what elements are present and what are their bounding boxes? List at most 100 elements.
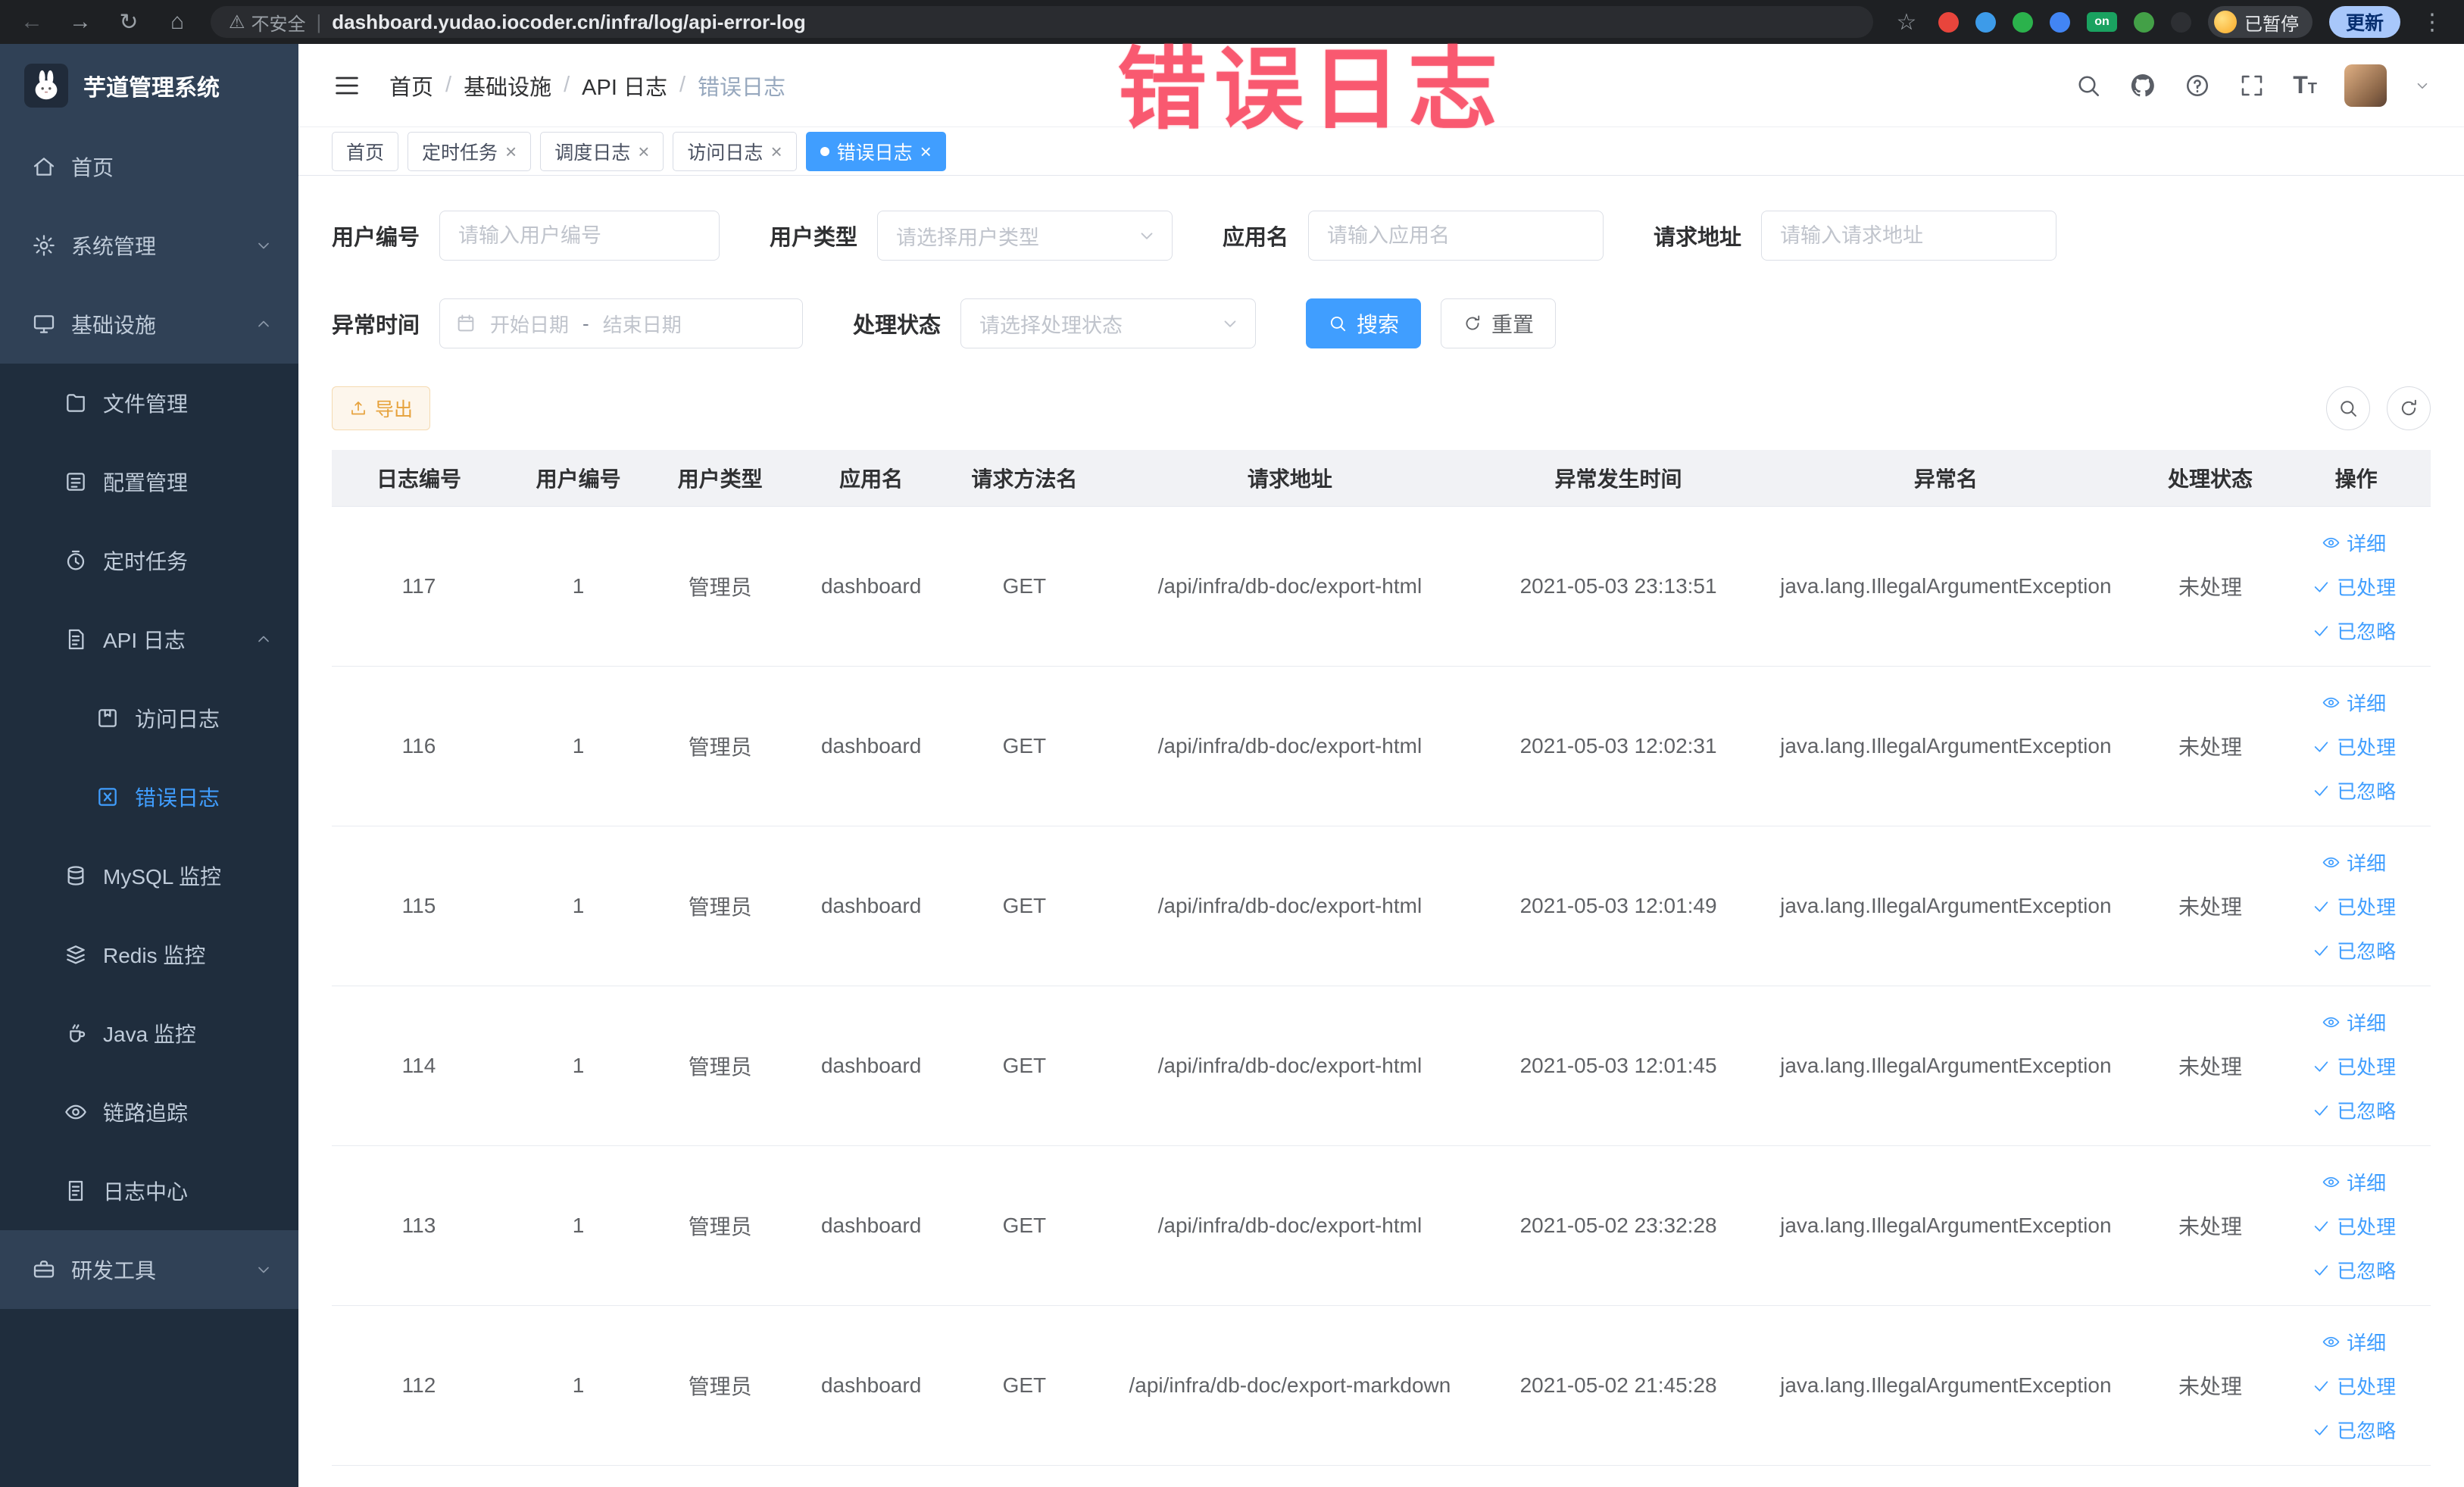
sidebar-item-14[interactable]: 研发工具 bbox=[0, 1230, 298, 1309]
back-icon[interactable]: ← bbox=[17, 9, 47, 35]
cell-user-id: 1 bbox=[505, 986, 651, 1146]
ext-green-leaf-icon[interactable] bbox=[2133, 11, 2154, 33]
sidebar-item-label: 错误日志 bbox=[135, 786, 220, 810]
github-icon[interactable] bbox=[2129, 72, 2156, 99]
action-processed-link[interactable]: 已处理 bbox=[2289, 1364, 2419, 1407]
search-button[interactable]: 搜索 bbox=[1306, 298, 1422, 348]
user-avatar[interactable] bbox=[2344, 64, 2387, 107]
api-log-icon bbox=[64, 627, 88, 651]
reload-icon[interactable]: ↻ bbox=[114, 9, 144, 36]
tab-2[interactable]: 调度日志 × bbox=[540, 131, 664, 171]
sidebar-item-1[interactable]: 系统管理 bbox=[0, 206, 298, 285]
action-detail-link[interactable]: 详细 bbox=[2289, 520, 2419, 564]
action-detail-link[interactable]: 详细 bbox=[2289, 840, 2419, 884]
close-icon[interactable]: × bbox=[505, 142, 517, 161]
ext-on-badge-icon[interactable]: on bbox=[2086, 12, 2117, 32]
sidebar-item-7[interactable]: 访问日志 bbox=[0, 679, 298, 758]
action-processed-link[interactable]: 已处理 bbox=[2289, 1044, 2419, 1088]
request-url-input[interactable] bbox=[1761, 211, 2057, 261]
action-ignored-link[interactable]: 已忽略 bbox=[2289, 608, 2419, 652]
column-header-8: 处理状态 bbox=[2138, 450, 2282, 507]
help-question-icon[interactable] bbox=[2184, 72, 2211, 99]
font-size-icon[interactable]: TT bbox=[2293, 71, 2317, 99]
hide-search-button[interactable] bbox=[2326, 386, 2370, 430]
sidebar-item-2[interactable]: 基础设施 bbox=[0, 285, 298, 364]
process-status-select[interactable]: 请选择处理状态 bbox=[960, 298, 1257, 348]
tab-4[interactable]: 错误日志 × bbox=[805, 131, 946, 171]
action-ignored-link[interactable]: 已忽略 bbox=[2289, 1248, 2419, 1292]
url-text: dashboard.yudao.iocoder.cn/infra/log/api… bbox=[332, 10, 806, 33]
breadcrumb-home[interactable]: 首页 bbox=[389, 70, 433, 102]
action-detail-link[interactable]: 详细 bbox=[2289, 1320, 2419, 1364]
close-icon[interactable]: × bbox=[770, 142, 782, 161]
action-processed-link[interactable]: 已处理 bbox=[2289, 724, 2419, 768]
cell-app-name: dashboard bbox=[789, 1145, 954, 1306]
eye-icon bbox=[2322, 1332, 2341, 1351]
ext-dark-paw-icon[interactable] bbox=[2170, 11, 2191, 33]
action-ignored-link[interactable]: 已忽略 bbox=[2289, 1407, 2419, 1451]
action-detail-link[interactable]: 详细 bbox=[2289, 680, 2419, 724]
sidebar-item-6[interactable]: API 日志 bbox=[0, 600, 298, 679]
action-label: 已忽略 bbox=[2337, 939, 2397, 963]
cell-status: 未处理 bbox=[2138, 666, 2282, 826]
reset-button[interactable]: 重置 bbox=[1441, 298, 1557, 348]
sidebar-item-12[interactable]: 链路追踪 bbox=[0, 1073, 298, 1151]
close-icon[interactable]: × bbox=[920, 142, 932, 161]
ext-blue-drop-icon[interactable] bbox=[1975, 11, 1996, 33]
forward-icon[interactable]: → bbox=[65, 9, 95, 35]
fullscreen-icon[interactable] bbox=[2238, 72, 2266, 99]
app-name-input[interactable] bbox=[1308, 211, 1604, 261]
check-icon bbox=[2312, 737, 2331, 756]
export-button[interactable]: 导出 bbox=[332, 386, 431, 430]
action-processed-link[interactable]: 已处理 bbox=[2289, 564, 2419, 608]
breadcrumb-api-log[interactable]: API 日志 bbox=[582, 70, 667, 102]
sidebar-item-5[interactable]: 定时任务 bbox=[0, 521, 298, 600]
user-id-input[interactable] bbox=[439, 211, 720, 261]
page: ← → ↻ ⌂ ⚠ 不安全 | dashboard.yudao.iocoder.… bbox=[0, 0, 2464, 1487]
sidebar-item-13[interactable]: 日志中心 bbox=[0, 1151, 298, 1230]
sidebar-logo[interactable]: 芋道管理系统 bbox=[0, 44, 298, 127]
sidebar-item-11[interactable]: Java 监控 bbox=[0, 994, 298, 1073]
action-ignored-link[interactable]: 已忽略 bbox=[2289, 768, 2419, 812]
not-secure-warning[interactable]: ⚠ 不安全 bbox=[229, 9, 306, 36]
tab-0[interactable]: 首页 bbox=[332, 131, 399, 171]
chevron-down-icon bbox=[255, 236, 273, 255]
exception-time-range-picker[interactable]: 开始日期 - 结束日期 bbox=[439, 298, 804, 348]
user-type-select[interactable]: 请选择用户类型 bbox=[877, 211, 1173, 261]
home-icon[interactable]: ⌂ bbox=[162, 9, 192, 35]
action-ignored-link[interactable]: 已忽略 bbox=[2289, 928, 2419, 972]
breadcrumb-infra[interactable]: 基础设施 bbox=[464, 70, 551, 102]
sidebar-item-10[interactable]: Redis 监控 bbox=[0, 915, 298, 994]
browser-profile-chip[interactable]: 已暂停 bbox=[2207, 6, 2313, 38]
sidebar-item-3[interactable]: 文件管理 bbox=[0, 364, 298, 442]
action-processed-link[interactable]: 已处理 bbox=[2289, 1204, 2419, 1248]
chevron-down-icon[interactable] bbox=[2414, 77, 2431, 94]
sidebar-item-0[interactable]: 首页 bbox=[0, 127, 298, 206]
tab-3[interactable]: 访问日志 × bbox=[673, 131, 797, 171]
app-title: 芋道管理系统 bbox=[83, 76, 220, 101]
sidebar-item-4[interactable]: 配置管理 bbox=[0, 442, 298, 521]
ext-red-circle-icon[interactable] bbox=[1938, 11, 1959, 33]
close-icon[interactable]: × bbox=[638, 142, 649, 161]
breadcrumb-separator: / bbox=[679, 73, 686, 97]
chrome-update-button[interactable]: 更新 bbox=[2328, 6, 2400, 38]
ext-green-circle-icon[interactable] bbox=[2012, 11, 2033, 33]
action-detail-link[interactable]: 详细 bbox=[2289, 1000, 2419, 1044]
action-ignored-link[interactable]: 已忽略 bbox=[2289, 1088, 2419, 1132]
browser-menu-kebab-icon[interactable]: ⋮ bbox=[2417, 9, 2447, 36]
address-bar[interactable]: ⚠ 不安全 | dashboard.yudao.iocoder.cn/infra… bbox=[211, 6, 1873, 38]
check-icon bbox=[2312, 941, 2331, 960]
sidebar-item-9[interactable]: MySQL 监控 bbox=[0, 836, 298, 915]
sidebar-item-8[interactable]: 错误日志 bbox=[0, 758, 298, 836]
bookmark-star-icon[interactable]: ☆ bbox=[1891, 9, 1922, 36]
action-detail-link[interactable]: 详细 bbox=[2289, 1160, 2419, 1204]
ext-blue-grid-icon[interactable] bbox=[2049, 11, 2070, 33]
sidebar: 芋道管理系统 首页 系统管理 基础设施 文件管理 配置管理 定时任务 API 日志 访问日志错… bbox=[0, 44, 298, 1487]
tab-1[interactable]: 定时任务 × bbox=[408, 131, 532, 171]
collapse-menu-icon[interactable] bbox=[332, 70, 362, 101]
action-processed-link[interactable]: 已处理 bbox=[2289, 884, 2419, 928]
cell-log-id: 113 bbox=[332, 1145, 506, 1306]
refresh-table-button[interactable] bbox=[2387, 386, 2431, 430]
search-icon[interactable] bbox=[2075, 72, 2102, 99]
cell-log-id: 112 bbox=[332, 1305, 506, 1466]
